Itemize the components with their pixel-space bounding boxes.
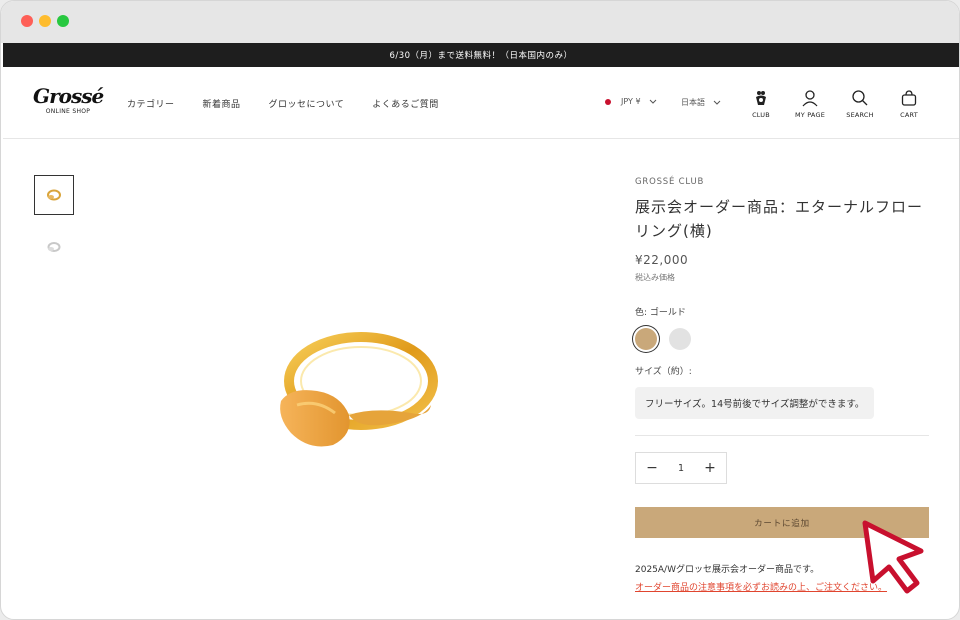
announcement-text: 6/30（月）まで送料無料！（日本国内のみ） [389,51,573,61]
product-title: 展示会オーダー商品：エターナルフロー リング(横) [635,198,924,240]
japan-flag-icon [605,98,611,105]
swatch-gold[interactable] [635,328,657,350]
add-to-cart-button[interactable]: カートに追加 [635,507,929,538]
search-icon [852,90,868,106]
close-window-button[interactable] [21,15,33,27]
cart-icon [901,90,917,106]
nav-item-about[interactable]: グロッセについて [269,97,345,110]
product-price: ¥22,000 [635,253,689,267]
club-label: CLUB [752,111,770,119]
nav-item-faq[interactable]: よくあるご質問 [372,97,439,110]
user-icon [802,90,818,107]
silver-ring-thumbnail-icon [47,242,61,252]
color-swatches [635,328,929,350]
site-logo[interactable]: Grossé ONLINE SHOP [33,84,104,121]
gold-ring-image [280,332,438,447]
main-nav: カテゴリー 新着商品 グロッセについて よくあるご質問 [127,97,439,110]
chevron-down-icon [713,100,721,105]
my-page-link[interactable]: MY PAGE [788,89,832,119]
logo-mark: Grossé [33,84,104,108]
cart-link[interactable]: CART [887,89,931,119]
window-titlebar [1,1,959,43]
logo-subtitle: ONLINE SHOP [45,108,91,115]
minimize-window-button[interactable] [39,15,51,27]
nav-item-new-arrivals[interactable]: 新着商品 [203,97,241,110]
club-link[interactable]: CLUB [739,89,783,119]
divider [635,435,929,436]
swatch-silver[interactable] [669,328,691,350]
search-label: SEARCH [846,111,874,119]
thumbnail-gold[interactable] [34,175,74,215]
chevron-down-icon [649,99,656,104]
language-selector[interactable]: 日本語 [681,97,721,108]
product-brand: GROSSÉ CLUB [635,177,705,187]
cart-label: CART [900,111,918,119]
size-option[interactable]: フリーサイズ。14号前後でサイズ調整ができます。 [635,387,875,419]
tax-note: 税込み価格 [635,273,675,282]
product-thumbnails [34,175,74,279]
language-label: 日本語 [681,98,705,107]
product-main-image [261,321,451,481]
nav-item-category[interactable]: カテゴリー [127,97,175,110]
currency-selector[interactable]: JPY ¥ [605,97,657,106]
search-link[interactable]: SEARCH [838,89,882,119]
announcement-bar: 6/30（月）まで送料無料！（日本国内のみ） [3,43,959,67]
product-description: 2025A/Wグロッセ展示会オーダー商品です。 [635,565,820,575]
size-label: サイズ（約）: [635,367,692,377]
order-notice-link[interactable]: オーダー商品の注意事項を必ずお読みの上、ご注文ください。 [635,580,929,593]
increase-quantity-button[interactable]: + [704,461,716,475]
maximize-window-button[interactable] [57,15,69,27]
my-page-label: MY PAGE [794,111,826,119]
club-icon [756,91,766,105]
decrease-quantity-button[interactable]: − [646,461,658,475]
thumbnail-silver[interactable] [34,227,74,267]
quantity-stepper: − 1 + [635,452,727,484]
currency-label: JPY ¥ [621,97,641,106]
color-label: 色: ゴールド [635,308,686,318]
gold-ring-thumbnail-icon [47,189,61,201]
browser-window: 6/30（月）まで送料無料！（日本国内のみ） Grossé ONLINE SHO… [0,0,960,620]
site-header: Grossé ONLINE SHOP カテゴリー 新着商品 グロッセについて よ… [3,67,959,139]
product-info: GROSSÉ CLUB 展示会オーダー商品：エターナルフロー リング(横) ¥2… [635,177,929,593]
quantity-value[interactable]: 1 [678,463,684,474]
